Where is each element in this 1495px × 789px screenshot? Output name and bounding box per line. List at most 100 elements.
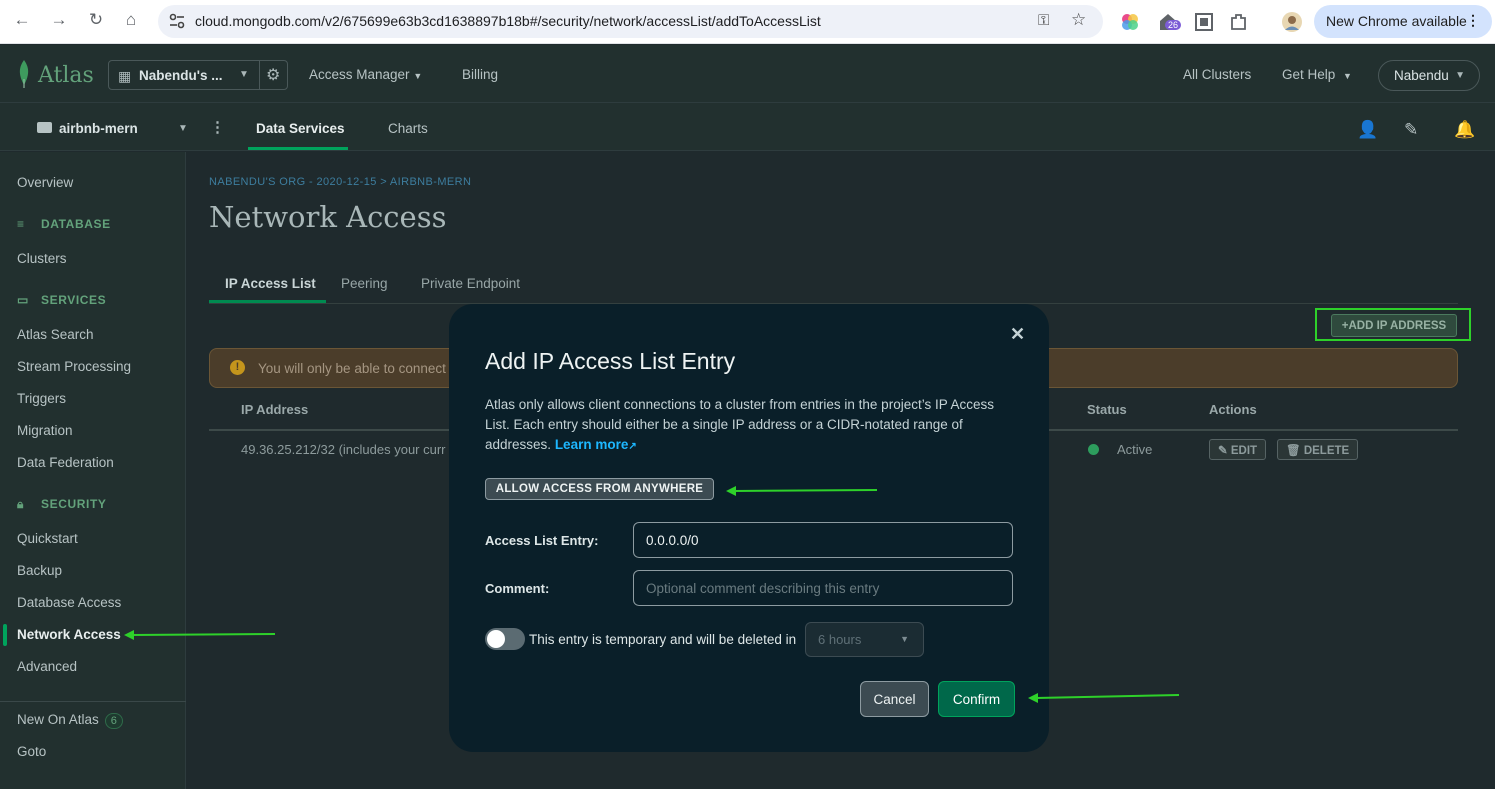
- building-icon: ▦: [118, 68, 132, 84]
- sidebar-item-atlas-search[interactable]: Atlas Search: [17, 327, 94, 342]
- reload-icon[interactable]: ↻: [84, 10, 108, 30]
- duration-select[interactable]: 6 hours ▼: [805, 622, 924, 657]
- column-header-ip-address: IP Address: [241, 402, 309, 417]
- back-icon[interactable]: ←: [10, 10, 34, 30]
- chevron-down-icon: ▼: [239, 69, 249, 80]
- sidebar-item-data-federation[interactable]: Data Federation: [17, 455, 114, 470]
- left-sidebar: Overview ≡ DATABASE Clusters ▭ SERVICES At…: [0, 152, 186, 789]
- database-icon: ≡: [17, 217, 25, 231]
- access-list-entry-label: Access List Entry:: [485, 533, 599, 548]
- sidebar-item-triggers[interactable]: Triggers: [17, 391, 66, 406]
- access-list-entry-input[interactable]: [633, 522, 1013, 558]
- sidebar-item-new-on-atlas[interactable]: New On Atlas 6: [17, 712, 123, 729]
- temporary-entry-toggle[interactable]: [485, 628, 525, 650]
- color-extension-icon[interactable]: [1119, 11, 1141, 33]
- invite-user-icon[interactable]: 👤: [1357, 120, 1378, 140]
- extension-badge-icon[interactable]: 26: [1157, 11, 1182, 33]
- annotation-arrow-allow-anywhere: [726, 486, 878, 496]
- confirm-button[interactable]: Confirm: [938, 681, 1015, 717]
- new-chrome-label: New Chrome available: [1326, 13, 1467, 29]
- user-menu[interactable]: Nabendu ▼: [1378, 60, 1480, 91]
- bookmark-star-icon[interactable]: ☆: [1071, 10, 1086, 30]
- temporary-entry-label: This entry is temporary and will be dele…: [529, 632, 797, 647]
- chevron-down-icon: ▼: [900, 634, 909, 644]
- chevron-down-icon[interactable]: ▼: [178, 123, 188, 134]
- modal-title: Add IP Access List Entry: [485, 348, 736, 374]
- close-icon[interactable]: ✕: [1010, 324, 1025, 345]
- tab-data-services[interactable]: Data Services: [256, 121, 345, 136]
- cancel-button[interactable]: Cancel: [860, 681, 929, 717]
- modal-description: Atlas only allows client connections to …: [485, 397, 994, 452]
- new-chrome-available-button[interactable]: New Chrome available ⋮: [1314, 5, 1492, 38]
- atlas-logo-text[interactable]: Atlas: [38, 63, 94, 88]
- add-ip-address-button[interactable]: +ADD IP ADDRESS: [1331, 314, 1457, 337]
- sidebar-item-database-access[interactable]: Database Access: [17, 595, 121, 610]
- column-header-status: Status: [1087, 402, 1127, 417]
- activity-feed-icon[interactable]: ✎: [1404, 120, 1418, 140]
- project-bar: airbnb-mern ▼ ⋮ Data Services Charts 👤 ✎…: [0, 103, 1495, 151]
- sidebar-section-security: 🔒︎ SECURITY: [17, 497, 107, 511]
- sidebar-item-migration[interactable]: Migration: [17, 423, 73, 438]
- tab-charts[interactable]: Charts: [388, 121, 428, 136]
- new-count-badge: 6: [104, 713, 123, 729]
- kebab-menu-icon[interactable]: ⋮: [1466, 12, 1480, 29]
- learn-more-link[interactable]: Learn more↗: [555, 437, 637, 452]
- forward-icon[interactable]: →: [47, 10, 71, 30]
- home-icon[interactable]: ⌂: [119, 10, 143, 30]
- tab-search-icon[interactable]: [1193, 11, 1215, 33]
- toggle-knob: [487, 630, 505, 648]
- address-bar[interactable]: cloud.mongodb.com/v2/675699e63b3cd163889…: [158, 5, 1103, 38]
- add-ip-access-list-modal: ✕ Add IP Access List Entry Atlas only al…: [449, 304, 1049, 752]
- project-name[interactable]: airbnb-mern: [59, 121, 138, 136]
- active-tab-underline: [248, 147, 348, 150]
- sidebar-item-goto[interactable]: Goto: [17, 744, 46, 759]
- edit-button[interactable]: ✎ EDIT: [1209, 439, 1267, 460]
- trash-icon: 🗑︎: [1286, 445, 1301, 457]
- annotation-arrow-confirm: [1028, 693, 1180, 703]
- tab-private-endpoint[interactable]: Private Endpoint: [421, 276, 520, 291]
- user-name: Nabendu: [1394, 68, 1449, 83]
- sidebar-item-network-access[interactable]: Network Access: [17, 627, 121, 642]
- sidebar-item-overview[interactable]: Overview: [17, 175, 73, 190]
- divider: [259, 61, 260, 89]
- billing-link[interactable]: Billing: [462, 67, 498, 82]
- sidebar-section-services: ▭ SERVICES: [17, 293, 107, 307]
- access-manager-menu[interactable]: Access Manager ▼: [309, 67, 422, 82]
- comment-label: Comment:: [485, 581, 550, 596]
- gear-icon[interactable]: ⚙: [266, 65, 280, 85]
- lock-icon: 🔒︎: [17, 497, 24, 511]
- sidebar-section-database: ≡ DATABASE: [17, 217, 111, 231]
- allow-access-from-anywhere-button[interactable]: ALLOW ACCESS FROM ANYWHERE: [485, 478, 714, 500]
- site-info-icon[interactable]: [168, 12, 186, 30]
- profile-avatar-icon[interactable]: [1281, 11, 1303, 33]
- project-kebab-icon[interactable]: ⋮: [210, 118, 225, 136]
- sidebar-item-clusters[interactable]: Clusters: [17, 251, 67, 266]
- atlas-top-nav: Atlas ▦ Nabendu's ... ▼ ⚙ Access Manager…: [0, 45, 1495, 103]
- bell-icon[interactable]: 🔔: [1454, 120, 1475, 140]
- breadcrumb[interactable]: NABENDU'S ORG - 2020-12-15 > AIRBNB-MERN: [209, 176, 471, 188]
- sidebar-item-stream-processing[interactable]: Stream Processing: [17, 359, 131, 374]
- org-selector[interactable]: ▦ Nabendu's ... ▼ ⚙: [108, 60, 288, 90]
- annotation-arrow-network-access: [124, 630, 276, 640]
- delete-button[interactable]: 🗑︎ DELETE: [1277, 439, 1359, 460]
- table-cell-status: Active: [1117, 442, 1153, 457]
- comment-input[interactable]: [633, 570, 1013, 606]
- monitor-icon: ▭: [17, 293, 29, 307]
- get-help-menu[interactable]: Get Help ▼: [1282, 67, 1352, 82]
- url-text[interactable]: cloud.mongodb.com/v2/675699e63b3cd163889…: [195, 13, 821, 29]
- sidebar-item-backup[interactable]: Backup: [17, 563, 62, 578]
- warning-text: You will only be able to connect: [258, 361, 446, 376]
- extensions-puzzle-icon[interactable]: [1228, 11, 1250, 33]
- password-key-icon[interactable]: ⚿: [1038, 12, 1049, 29]
- all-clusters-link[interactable]: All Clusters: [1183, 67, 1251, 82]
- mongodb-leaf-icon[interactable]: [16, 59, 32, 89]
- sidebar-item-advanced[interactable]: Advanced: [17, 659, 77, 674]
- tab-ip-access-list[interactable]: IP Access List: [225, 276, 316, 291]
- folder-icon: [37, 122, 52, 133]
- browser-toolbar: ← → ↻ ⌂ cloud.mongodb.com/v2/675699e63b3…: [0, 0, 1495, 44]
- sidebar-item-quickstart[interactable]: Quickstart: [17, 531, 78, 546]
- tab-peering[interactable]: Peering: [341, 276, 388, 291]
- page-title: Network Access: [209, 200, 447, 234]
- active-item-indicator: [3, 624, 7, 646]
- chevron-down-icon: ▼: [1455, 70, 1465, 81]
